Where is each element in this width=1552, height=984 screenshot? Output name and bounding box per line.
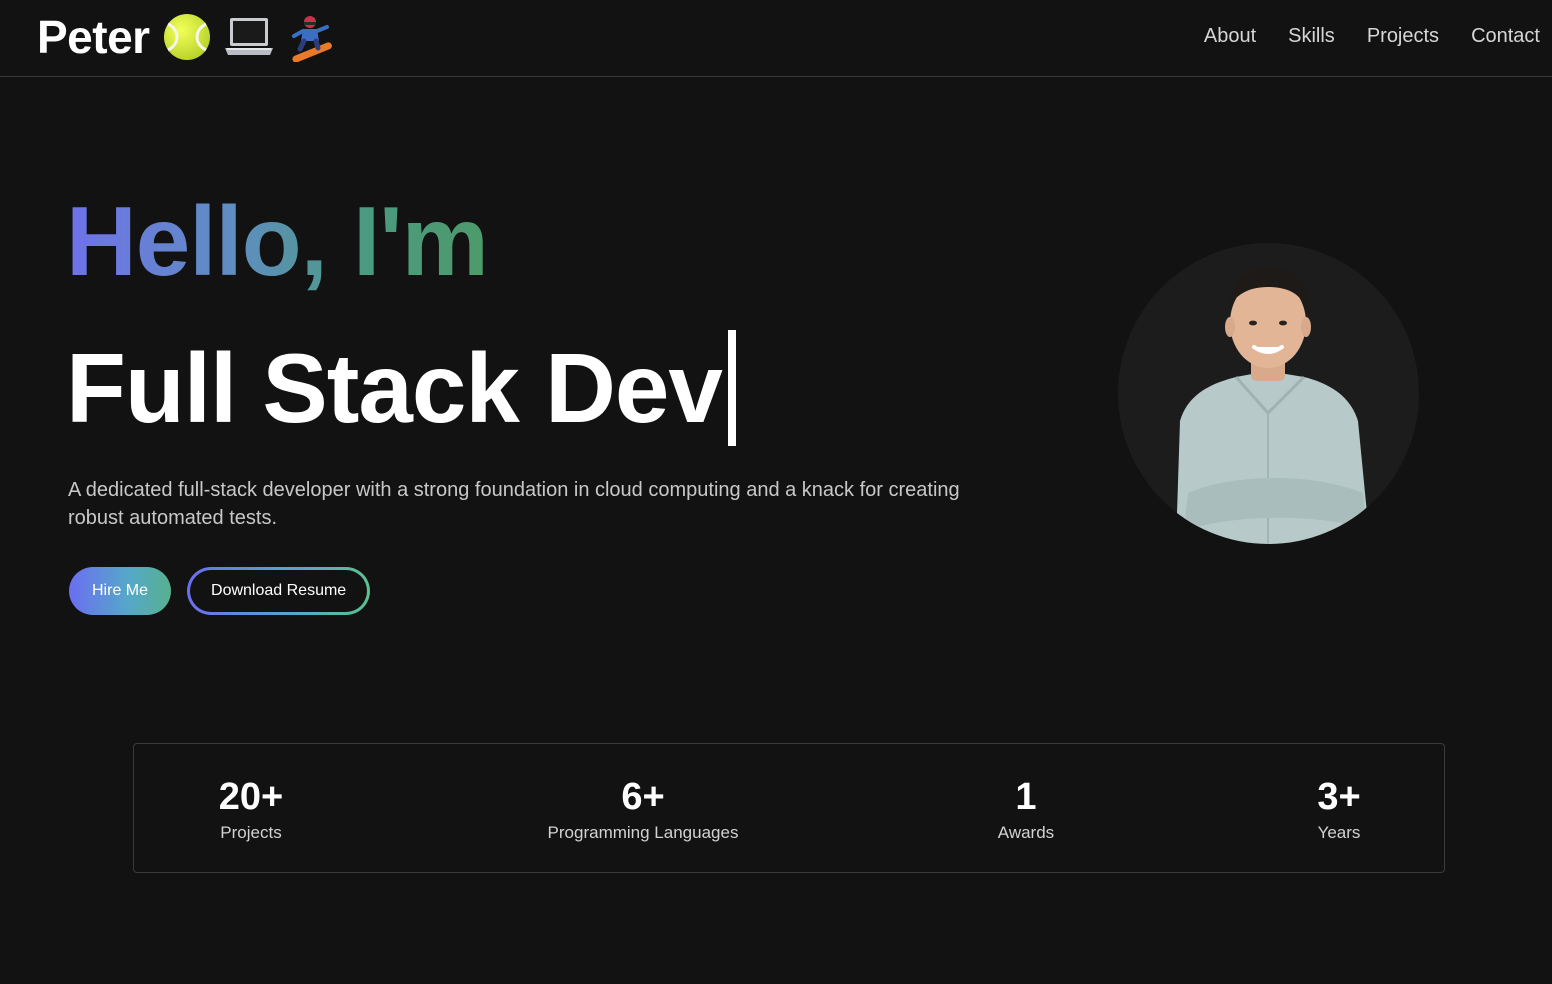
hire-me-button[interactable]: Hire Me [69, 567, 172, 615]
brand-logo[interactable]: Peter [37, 9, 336, 65]
profile-photo [1118, 243, 1419, 544]
nav-link-contact[interactable]: Contact [1471, 22, 1540, 50]
nav-link-projects[interactable]: Projects [1367, 22, 1439, 50]
stat-label: Years [1317, 823, 1361, 842]
stat-label: Programming Languages [547, 823, 739, 842]
laptop-icon [224, 18, 273, 55]
stat-value: 3+ [1317, 776, 1361, 818]
download-resume-button[interactable]: Download Resume [190, 570, 368, 612]
main-nav: About Skills Projects Contact [1204, 22, 1540, 50]
hero-actions: Hire Me Download Resume [69, 567, 371, 615]
download-resume-border: Download Resume [187, 567, 371, 615]
hero-description: A dedicated full-stack developer with a … [68, 479, 960, 529]
tennis-ball-icon [163, 14, 210, 60]
typing-cursor [727, 330, 736, 446]
snowboarder-icon [291, 16, 332, 62]
stat-languages: 6+ Programming Languages [523, 776, 763, 844]
stat-label: Projects [220, 823, 282, 842]
stat-value: 6+ [621, 776, 665, 818]
brand-name: Peter [37, 11, 150, 63]
stat-projects: 20+ Projects [131, 776, 371, 844]
stat-label: Awards [997, 823, 1055, 842]
stat-awards: 1 Awards [906, 776, 1146, 844]
hero-role-text: Full Stack Dev [66, 332, 723, 443]
nav-link-about[interactable]: About [1204, 22, 1256, 50]
hero-greeting: Hello, I'm [66, 186, 489, 296]
hero-role: Full Stack Dev [66, 330, 736, 446]
nav-link-skills[interactable]: Skills [1288, 22, 1335, 50]
stat-years: 3+ Years [1219, 776, 1459, 844]
stat-value: 20+ [218, 776, 284, 818]
stat-value: 1 [1015, 776, 1037, 818]
site-header: Peter About Skills Projects Contact [0, 0, 1552, 77]
stats-panel: 20+ Projects 6+ Programming Languages 1 … [133, 743, 1445, 873]
profile-illustration [1176, 268, 1370, 544]
